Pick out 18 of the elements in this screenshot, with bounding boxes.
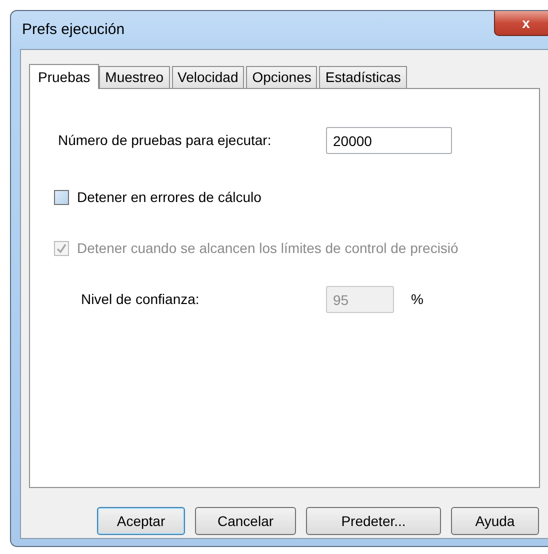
- dialog-button[interactable]: Predeter...: [306, 507, 441, 535]
- dialog-button[interactable]: Cancelar: [195, 507, 296, 535]
- unit-label: %: [411, 290, 424, 309]
- checkbox[interactable]: [54, 190, 69, 205]
- window-title: Prefs ejecución: [21, 20, 125, 40]
- dialog-button[interactable]: Ayuda: [451, 507, 539, 535]
- tab[interactable]: Pruebas: [29, 64, 100, 89]
- tab[interactable]: Velocidad: [172, 66, 244, 88]
- checkbox-label: Detener cuando se alcancen los límites de control de precisió: [77, 239, 458, 258]
- field-label: Nivel de confianza:: [81, 290, 200, 309]
- dialog-button[interactable]: Aceptar: [97, 507, 185, 535]
- checkbox-label: Detener en errores de cálculo: [77, 188, 262, 207]
- close-button[interactable]: x: [494, 11, 548, 36]
- tab[interactable]: Muestreo: [99, 66, 170, 88]
- tab[interactable]: Opciones: [246, 66, 318, 88]
- field-label: Número de pruebas para ejecutar:: [58, 131, 272, 150]
- input-field[interactable]: 20000: [326, 127, 452, 154]
- tab[interactable]: Estadísticas: [319, 66, 407, 88]
